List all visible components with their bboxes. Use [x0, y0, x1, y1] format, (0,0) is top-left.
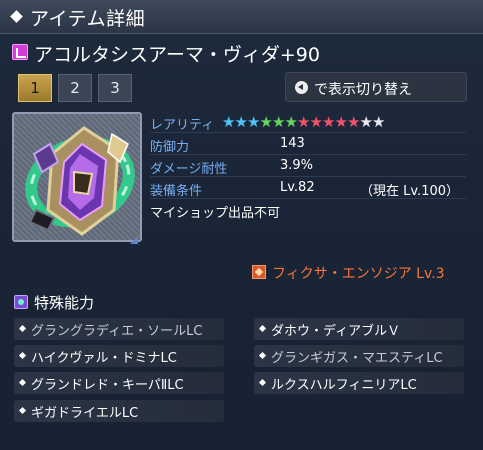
diamond-bullet-icon [18, 378, 27, 387]
diamond-bullet-icon [10, 10, 23, 23]
damage-resist-label: ダメージ耐性 [150, 162, 228, 177]
window-title: アイテム詳細 [30, 8, 146, 30]
armor-type-icon [12, 44, 28, 60]
tab-3[interactable]: 3 [98, 74, 132, 102]
rarity-star-icon: ★ [222, 113, 236, 131]
special-ability-icon [14, 295, 28, 309]
item-name: アコルタシスアーマ・ヴィダ+90 [34, 44, 320, 66]
requirement-value: Lv.82 [280, 180, 315, 195]
rarity-star-icon: ★ [297, 113, 311, 131]
diamond-bullet-icon [18, 324, 27, 333]
fixa-name: フィクサ・エンソジア Lv.3 [272, 266, 445, 282]
ability-name: ダホウ・ディアブルＶ [271, 324, 401, 339]
ability-name: ハイクヴァル・ドミナLC [31, 351, 177, 366]
damage-resist-row: ダメージ耐性 3.9% [150, 156, 466, 177]
diamond-bullet-icon [18, 351, 27, 360]
rarity-star-icon: ★ [234, 113, 248, 131]
toggle-display-button[interactable]: で表示切り替え [285, 72, 467, 102]
rarity-star-icon: ★ [259, 113, 273, 131]
ability-item: ハイクヴァル・ドミナLC [14, 345, 224, 367]
rarity-star-icon: ★ [359, 113, 373, 131]
corner-indicator [130, 236, 138, 244]
tab-2[interactable]: 2 [58, 74, 92, 102]
left-button-icon [295, 81, 308, 94]
ability-item: グランギガス・マエスティLC [254, 345, 464, 367]
item-thumbnail [12, 112, 142, 242]
defense-label: 防御力 [150, 140, 190, 155]
rarity-star-icon: ★ [347, 113, 361, 131]
rarity-star-icon: ★ [309, 113, 323, 131]
tab-1[interactable]: 1 [18, 74, 52, 102]
ability-item: ルクスハルフィニリアLC [254, 372, 464, 394]
diamond-bullet-icon [258, 324, 267, 333]
ability-name: グラングラディエ・ソールLC [31, 324, 203, 339]
ability-item: ギガドライエルLC [14, 400, 224, 422]
defense-value: 143 [280, 136, 305, 151]
fixa-icon [252, 265, 266, 279]
requirement-current-level: （現在 Lv.100） [360, 184, 460, 199]
restriction-row: マイショップ出品不可 [150, 200, 466, 221]
rarity-star-icon: ★ [372, 113, 386, 131]
ability-name: グランギガス・マエスティLC [271, 351, 443, 366]
ability-item: グラングラディエ・ソールLC [14, 318, 224, 340]
armor-unit-icon [25, 126, 135, 236]
rarity-star-icon: ★ [322, 113, 336, 131]
rarity-star-icon: ★ [247, 113, 261, 131]
requirement-row: 装備条件 Lv.82 （現在 Lv.100） [150, 178, 466, 199]
damage-resist-value: 3.9% [280, 158, 314, 173]
rarity-star-icon: ★ [334, 113, 348, 131]
diamond-bullet-icon [258, 351, 267, 360]
window-title-bar: アイテム詳細 [0, 0, 483, 34]
rarity-star-icon: ★ [284, 113, 298, 131]
special-abilities-title: 特殊能力 [34, 294, 95, 312]
diamond-bullet-icon [258, 378, 267, 387]
ability-item: グランドレド・キーパⅡLC [14, 372, 224, 394]
ability-item: ダホウ・ディアブルＶ [254, 318, 464, 340]
toggle-display-label: で表示切り替え [314, 82, 412, 98]
ability-name: グランドレド・キーパⅡLC [31, 378, 184, 393]
rarity-row: レアリティ ★ ★ ★ ★ ★ ★ ★ ★ ★ ★ ★ ★ ★ [150, 112, 466, 133]
myshop-restriction: マイショップ出品不可 [150, 206, 281, 221]
ability-name: ギガドライエルLC [31, 406, 139, 421]
ability-name: ルクスハルフィニリアLC [271, 378, 417, 393]
rarity-star-icon: ★ [272, 113, 286, 131]
requirement-label: 装備条件 [150, 184, 203, 199]
rarity-label: レアリティ [150, 118, 215, 133]
defense-row: 防御力 143 [150, 134, 466, 155]
diamond-bullet-icon [18, 406, 27, 415]
